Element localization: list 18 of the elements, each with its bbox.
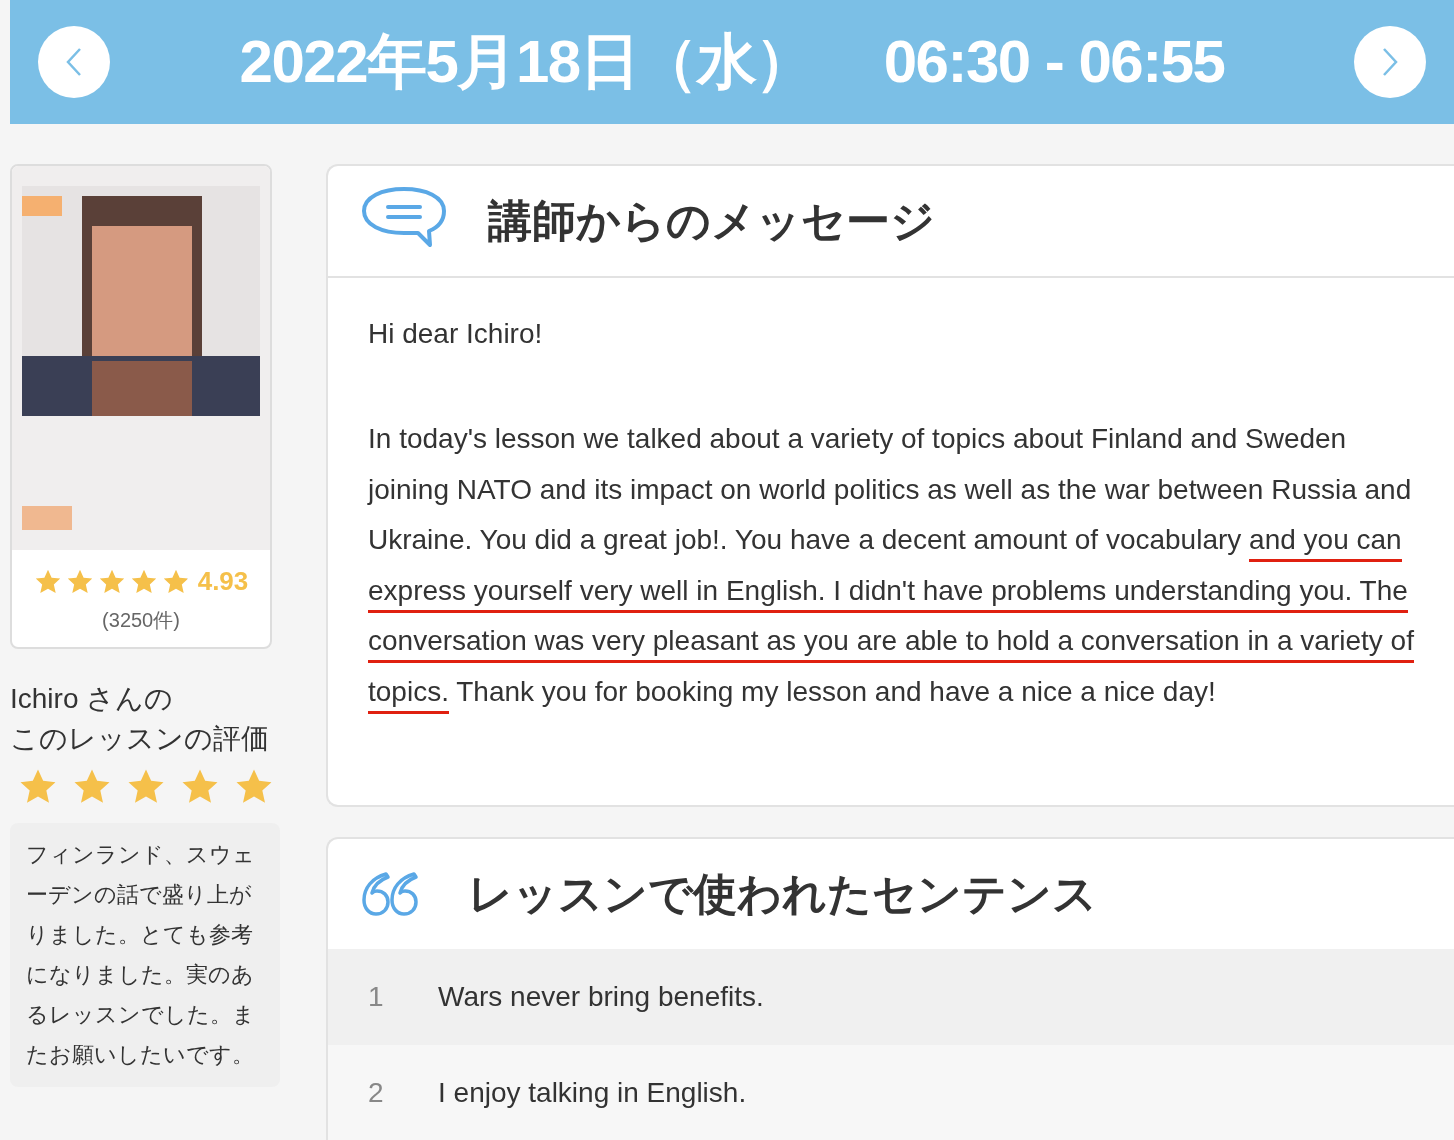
sentence-text: I enjoy talking in English. <box>438 1076 747 1110</box>
sentence-text: Wars never bring benefits. <box>438 980 764 1014</box>
message-text: In today's lesson we talked about a variety of topics about Finland and Sweden joining NATO and its impact on world politics as well as the war between Russia and Ukraine. You did a great job!. You have a decent amount of vocabulary and you can express yourself very well in English. I didn't have problems understanding you. The conversation was very pleasant as you are able to hold a conversation in a variety of topics. Thank you for booking my lesson and have a nice a nice day! <box>368 414 1422 717</box>
sentence-number: 1 <box>368 980 385 1014</box>
review-heading: Ichiro さんの <box>10 682 175 716</box>
quote-icon <box>360 870 420 918</box>
lesson-date: 2022年5月18日（水） <box>239 27 814 97</box>
review-heading: このレッスンの評価 <box>10 722 270 756</box>
chevron-left-icon <box>64 47 84 77</box>
review-comment: フィンランド、スウェーデンの話で盛り上がりました。とても参考になりました。実のあるレッスンでした。またお願いしたいです。 <box>26 841 256 1069</box>
lesson-time: 06:30 - 06:55 <box>883 27 1225 97</box>
greeting-text: Hi dear Ichiro! <box>368 317 544 351</box>
sentences-title: レッスンで使われたセンテンス <box>468 868 1097 920</box>
sentence-number: 2 <box>368 1076 385 1110</box>
review-count: (3250件) <box>102 608 180 633</box>
rating-value: 4.93 <box>197 565 249 598</box>
message-title: 講師からのメッセージ <box>488 195 935 247</box>
chevron-right-icon <box>1380 47 1400 77</box>
